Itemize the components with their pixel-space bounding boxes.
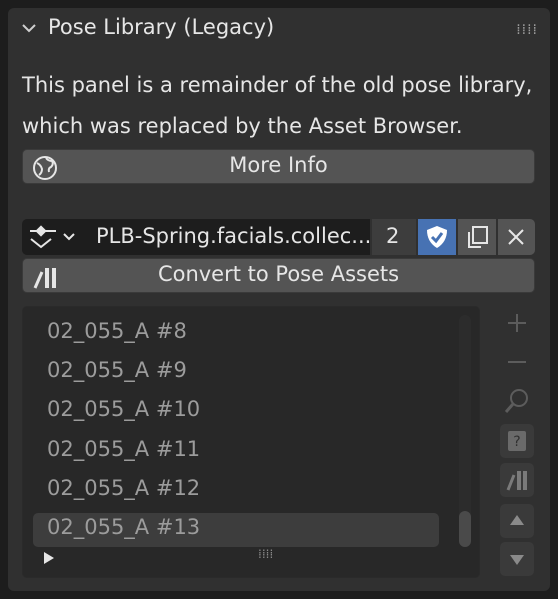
- add-pose-button[interactable]: [500, 306, 534, 340]
- pose-library-selector-row: PLB-Spring.facials.collec... 2: [22, 219, 535, 255]
- pose-list[interactable]: 02_055_A #8 02_055_A #9 02_055_A #10 02_…: [22, 306, 480, 578]
- fake-user-toggle[interactable]: [418, 219, 456, 255]
- apply-pose-zoom-icon[interactable]: [500, 384, 534, 418]
- list-item[interactable]: 02_055_A #9: [47, 358, 187, 382]
- user-count: 2: [386, 224, 400, 248]
- triangle-up-icon: [510, 515, 524, 525]
- drag-handle-icon[interactable]: ⁞⁞⁞⁞: [516, 22, 538, 38]
- pose-library-panel: Pose Library (Legacy) ⁞⁞⁞⁞ This panel is…: [8, 8, 550, 591]
- chevron-down-icon: [63, 233, 75, 241]
- list-item[interactable]: 02_055_A #8: [47, 319, 187, 343]
- duplicate-library-button[interactable]: [458, 219, 496, 255]
- library-name-field[interactable]: PLB-Spring.facials.collec...: [82, 219, 372, 255]
- sanitize-pose-button[interactable]: ?: [500, 424, 534, 458]
- scrollbar-thumb[interactable]: [459, 511, 471, 547]
- filter-options-toggle-icon[interactable]: [43, 551, 55, 565]
- browse-library-button[interactable]: [22, 219, 82, 255]
- more-info-label: More Info: [229, 153, 328, 177]
- unlink-library-button[interactable]: [498, 219, 535, 255]
- duplicate-icon: [468, 226, 488, 248]
- user-count-field[interactable]: 2: [372, 219, 416, 255]
- armature-pose-icon: [30, 225, 56, 249]
- remove-pose-button[interactable]: [500, 345, 534, 379]
- list-item[interactable]: 02_055_A #11: [47, 437, 200, 461]
- list-item[interactable]: 02_055_A #12: [47, 476, 200, 500]
- close-icon: [508, 229, 524, 245]
- description-line-1: This panel is a remainder of the old pos…: [22, 73, 533, 97]
- triangle-down-icon: [510, 555, 524, 565]
- question-book-icon: ?: [508, 431, 526, 451]
- pose-library-action-button[interactable]: [500, 463, 534, 497]
- convert-label: Convert to Pose Assets: [157, 262, 400, 286]
- more-info-button[interactable]: More Info: [22, 149, 535, 184]
- panel-title: Pose Library (Legacy): [48, 15, 275, 39]
- scrollbar-track[interactable]: [459, 315, 471, 547]
- library-name: PLB-Spring.facials.collec...: [96, 224, 372, 248]
- shield-icon: [427, 226, 447, 248]
- move-pose-down-button[interactable]: [500, 542, 534, 576]
- list-item-active[interactable]: 02_055_A #13: [47, 515, 200, 539]
- list-item[interactable]: 02_055_A #10: [47, 397, 200, 421]
- resize-grip-icon[interactable]: ⁞⁞⁞⁞: [258, 547, 273, 561]
- convert-to-pose-assets-button[interactable]: Convert to Pose Assets: [22, 258, 535, 293]
- pose-library-books-icon: [506, 471, 527, 491]
- move-pose-up-button[interactable]: [500, 504, 534, 538]
- description-line-2: which was replaced by the Asset Browser.: [22, 114, 463, 138]
- chevron-down-icon[interactable]: [20, 19, 38, 37]
- svg-text:?: ?: [513, 434, 520, 450]
- panel-header[interactable]: Pose Library (Legacy) ⁞⁞⁞⁞: [8, 8, 550, 50]
